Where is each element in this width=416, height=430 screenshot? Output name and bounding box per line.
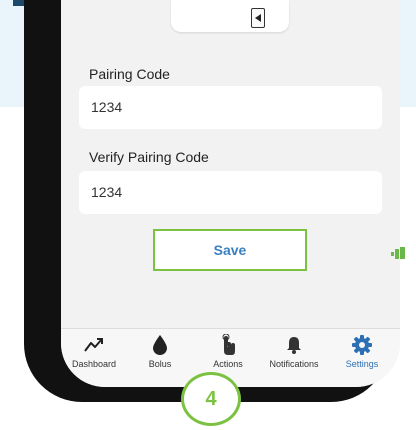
verify-pairing-code-input[interactable]: 1234	[79, 171, 382, 214]
tab-label: Notifications	[269, 359, 319, 369]
tab-notifications[interactable]: Notifications	[261, 333, 327, 369]
tab-label: Dashboard	[71, 359, 117, 369]
tab-label: Actions	[213, 359, 243, 369]
verify-pairing-code-label: Verify Pairing Code	[89, 149, 209, 165]
pairing-code-label: Pairing Code	[89, 66, 170, 82]
tab-actions[interactable]: Actions	[195, 333, 261, 369]
step-number-badge: 4	[181, 372, 241, 426]
pump-signal-icon	[391, 246, 405, 264]
phone-screen: Pairing Code 1234 Verify Pairing Code 12…	[61, 0, 400, 387]
pairing-code-input[interactable]: 1234	[79, 86, 382, 129]
tab-dashboard[interactable]: Dashboard	[61, 333, 127, 369]
tab-label: Settings	[345, 359, 379, 369]
tab-label: Bolus	[148, 359, 172, 369]
tap-hand-icon	[222, 334, 235, 355]
save-button[interactable]: Save	[153, 229, 307, 271]
gear-icon	[352, 335, 372, 355]
phone-frame: Pairing Code 1234 Verify Pairing Code 12…	[24, 0, 400, 402]
tab-settings[interactable]: Settings	[329, 333, 395, 369]
device-button-icon	[251, 8, 265, 28]
tab-bolus[interactable]: Bolus	[127, 333, 193, 369]
drop-icon	[153, 335, 167, 355]
pump-device-illustration	[171, 0, 289, 32]
trend-chart-icon	[84, 338, 103, 352]
bell-icon	[287, 337, 301, 354]
